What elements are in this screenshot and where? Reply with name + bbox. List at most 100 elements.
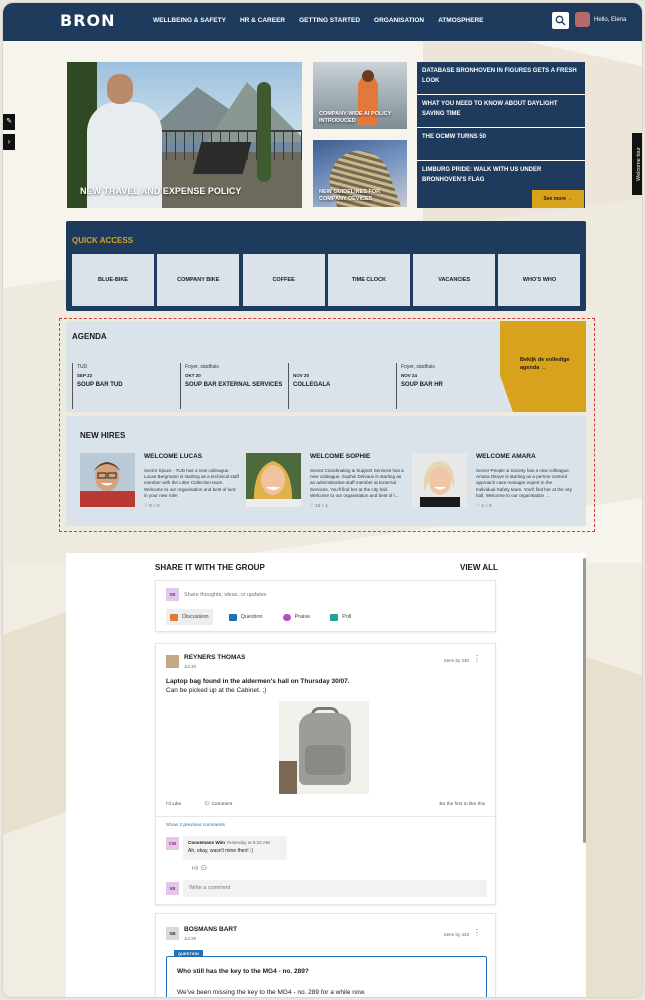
poll-button[interactable]: Poll [326, 609, 355, 625]
comment-button[interactable]: 💬︎ Comment [204, 802, 232, 807]
nav-getting-started[interactable]: GETTING STARTED [299, 17, 360, 24]
question-body: We've been missing the key to the MG4 - … [177, 989, 366, 996]
agenda-event-name: SOUP BAR EXTERNAL SERVICES [185, 382, 283, 388]
post-date: Jul 29 [184, 936, 197, 941]
show-comments-link[interactable]: Show 2 previous comments [166, 823, 225, 828]
view-all-link[interactable]: VIEW ALL [460, 563, 498, 572]
feed-scrollbar[interactable] [583, 558, 586, 843]
hire-stats: ♡ 12 ○ 1 [310, 503, 329, 509]
post-composer: VE Share thoughts, ideas, or updates Dis… [155, 580, 496, 632]
comment-text: Ah, okay, wasn't mine then! :) [188, 848, 254, 854]
agenda-item[interactable]: Foyer, stadhuis OKT 20 SOUP BAR EXTERNAL… [180, 363, 288, 409]
news-item[interactable]: WHAT YOU NEED TO KNOW ABOUT DAYLIGHT SAV… [417, 95, 585, 128]
agenda-item[interactable]: NOV 20 COLLEGALA [288, 363, 396, 409]
chevron-right-icon[interactable]: › [3, 134, 15, 150]
new-hire-card[interactable]: WELCOME AMARA Sector People & Society ha… [412, 453, 572, 519]
quick-access-tile[interactable]: TIME CLOCK [327, 254, 410, 306]
quick-access-tile[interactable]: WHO'S WHO [498, 254, 581, 306]
like-label: Like [172, 802, 182, 807]
hire-name: WELCOME SOPHIE [310, 453, 371, 460]
new-hires-panel: NEW HIRES WELCOME LUCAS Sector Space - T… [66, 416, 586, 526]
comment-reactions[interactable]: 👍︎ 💬︎ [192, 864, 208, 872]
poll-icon [330, 613, 339, 621]
quick-access-tile[interactable]: BLUE-BIKE [72, 254, 154, 306]
more-options-icon[interactable]: ⋮ [473, 655, 481, 663]
write-comment-input[interactable]: Write a comment [183, 880, 487, 897]
edit-icon[interactable]: ✎ [3, 114, 15, 130]
question-badge: QUESTION [174, 950, 203, 957]
quick-access-tile[interactable]: VACANCIES [413, 254, 496, 306]
full-agenda-label: Bekijk de volledige agenda → [520, 357, 570, 371]
feed-post: SB BOSMANS BART Jul 29 Seen by 423 ⋮ Who… [155, 913, 496, 997]
question-title: Who still has the key to the MG4 - no. 2… [177, 968, 309, 975]
agenda-location [293, 364, 392, 373]
agenda-event-name: SOUP BAR HR [401, 382, 443, 388]
agenda-title: AGENDA [72, 332, 107, 341]
hero-main-article[interactable]: NEW TRAVEL AND EXPENSE POLICY [67, 62, 302, 208]
nav-hr-career[interactable]: HR & CAREER [240, 17, 285, 24]
discussion-button[interactable]: Discussion [166, 609, 213, 625]
full-agenda-button[interactable]: Bekijk de volledige agenda → [500, 321, 586, 412]
bron-logo[interactable]: BRON [60, 11, 116, 30]
poll-label: Poll [342, 614, 352, 620]
user-greeting[interactable]: Hello, Elena [594, 17, 626, 23]
comment-time: Yesterday at 9:22 AM [226, 840, 270, 845]
question-box: Who still has the key to the MG4 - no. 2… [166, 956, 487, 997]
main-nav: WELLBEING & SAFETY HR & CAREER GETTING S… [153, 17, 497, 24]
agenda-item[interactable]: Foyer, stadhuis NOV 24 SOUP BAR HR [396, 363, 504, 409]
user-avatar[interactable] [575, 12, 590, 27]
top-navigation-bar: BRON WELLBEING & SAFETY HR & CAREER GETT… [3, 3, 642, 41]
agenda-date: OKT 20 [185, 373, 201, 378]
hire-name: WELCOME AMARA [476, 453, 536, 460]
agenda-location: Foyer, stadhuis [401, 364, 435, 370]
hire-text: Sector Coordinating & Support Services h… [310, 468, 404, 498]
question-icon [228, 613, 237, 621]
search-button[interactable] [552, 12, 569, 29]
comment-bubble: Coosemans Wim Yesterday at 9:22 AM Ah, o… [183, 836, 287, 860]
agenda-location: Foyer, stadhuis [185, 364, 219, 370]
hero-article-ai-policy[interactable]: COMPANY-WIDE AI POLICY INTRODUCED [313, 62, 407, 129]
news-item[interactable]: DATABASE BRONHOVEN IN FIGURES GETS A FRE… [417, 62, 585, 95]
hero-small-caption: NEW GUIDELINES FOR COMPANY DEVICES [319, 189, 381, 202]
new-hire-card[interactable]: WELCOME LUCAS Sector Space - TUD has a n… [80, 453, 240, 519]
author-avatar[interactable] [166, 655, 179, 668]
question-button[interactable]: Question [225, 609, 267, 625]
praise-icon [282, 613, 291, 621]
like-button[interactable]: 👍︎ Like [166, 802, 181, 807]
post-author[interactable]: REYNERS THOMAS [184, 654, 245, 661]
nav-organisation[interactable]: ORGANISATION [374, 17, 424, 24]
quick-access-panel: QUICK ACCESS BLUE-BIKE COMPANY BIKE COFF… [66, 221, 586, 311]
comment-label: Comment [211, 802, 233, 807]
post-seen-count: Seen by 423 [443, 932, 469, 937]
hire-photo [412, 453, 467, 507]
quick-access-tile[interactable]: COFFEE [242, 254, 325, 306]
welcome-tour-tab[interactable]: Welcome tour [632, 133, 642, 195]
hero-main-caption: NEW TRAVEL AND EXPENSE POLICY [80, 186, 242, 196]
post-image[interactable] [279, 701, 369, 794]
author-initials-chip[interactable]: SB [166, 927, 179, 940]
agenda-event-name: COLLEGALA [293, 382, 331, 388]
comment-author[interactable]: Coosemans Wim [188, 840, 225, 845]
hire-text: Sector Space - TUD has a new colleague. … [144, 468, 239, 498]
news-item[interactable]: THE OCMW TURNS 50 [417, 128, 585, 161]
nav-atmosphere[interactable]: ATMOSPHERE [438, 17, 483, 24]
hero-small-caption: COMPANY-WIDE AI POLICY INTRODUCED [319, 111, 392, 124]
hire-photo [246, 453, 301, 507]
divider [156, 816, 497, 817]
quick-access-tile[interactable]: COMPANY BIKE [157, 254, 240, 306]
more-options-icon[interactable]: ⋮ [473, 929, 481, 937]
commenter-initials-chip: CW [166, 837, 179, 850]
see-more-button[interactable]: See more → [532, 190, 584, 208]
share-input[interactable]: Share thoughts, ideas, or updates [184, 592, 267, 598]
praise-button[interactable]: Praise [279, 609, 315, 625]
new-hire-card[interactable]: WELCOME SOPHIE Sector Coordinating & Sup… [246, 453, 406, 519]
post-body: Can be picked up at the Cabinet. ;) [166, 687, 267, 694]
agenda-item[interactable]: TUD SEP 22 SOUP BAR TUD [72, 363, 180, 409]
nav-wellbeing-safety[interactable]: WELLBEING & SAFETY [153, 17, 226, 24]
discussion-icon [170, 613, 178, 621]
agenda-date: SEP 22 [77, 373, 93, 378]
writer-initials-chip: VE [166, 882, 179, 895]
user-initials-chip: VE [166, 588, 179, 601]
post-author[interactable]: BOSMANS BART [184, 926, 237, 933]
hero-article-devices[interactable]: NEW GUIDELINES FOR COMPANY DEVICES [313, 140, 407, 207]
